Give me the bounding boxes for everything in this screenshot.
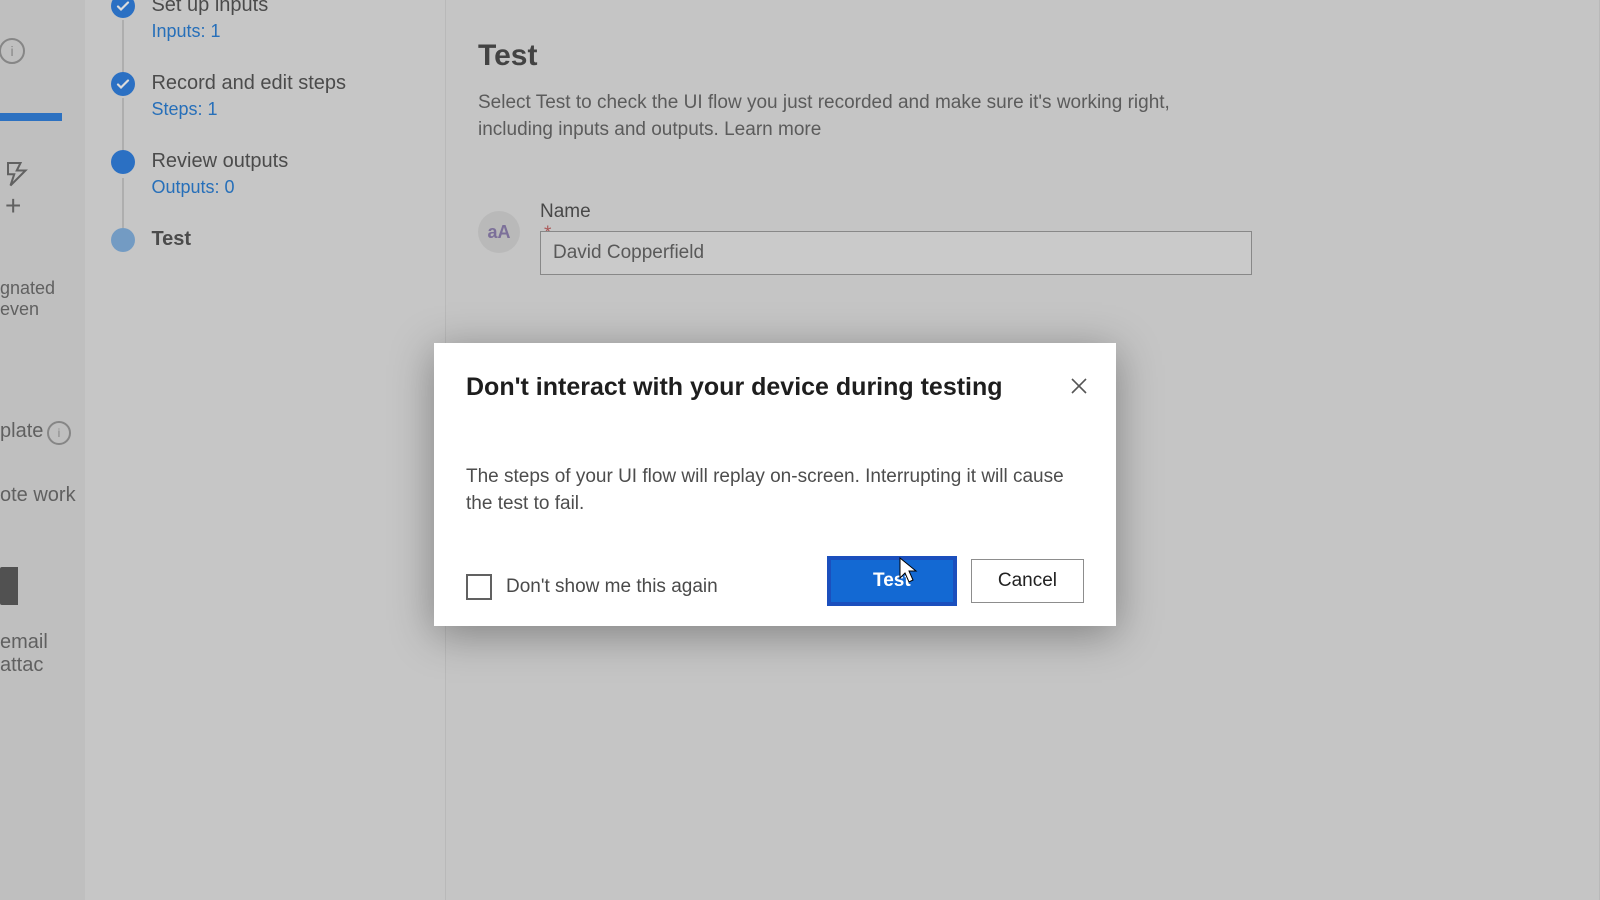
dialog-button-row: Test Cancel bbox=[827, 556, 1084, 606]
test-warning-dialog: Don't interact with your device during t… bbox=[434, 343, 1116, 626]
dialog-body: The steps of your UI flow will replay on… bbox=[466, 463, 1076, 517]
dont-show-again-checkbox[interactable] bbox=[466, 574, 492, 600]
dont-show-again-row[interactable]: Don't show me this again bbox=[466, 574, 718, 600]
dont-show-again-label: Don't show me this again bbox=[506, 576, 718, 598]
cancel-button[interactable]: Cancel bbox=[971, 559, 1084, 603]
close-button[interactable] bbox=[1064, 371, 1094, 401]
test-button[interactable]: Test bbox=[827, 556, 957, 606]
dialog-title: Don't interact with your device during t… bbox=[466, 373, 1003, 402]
